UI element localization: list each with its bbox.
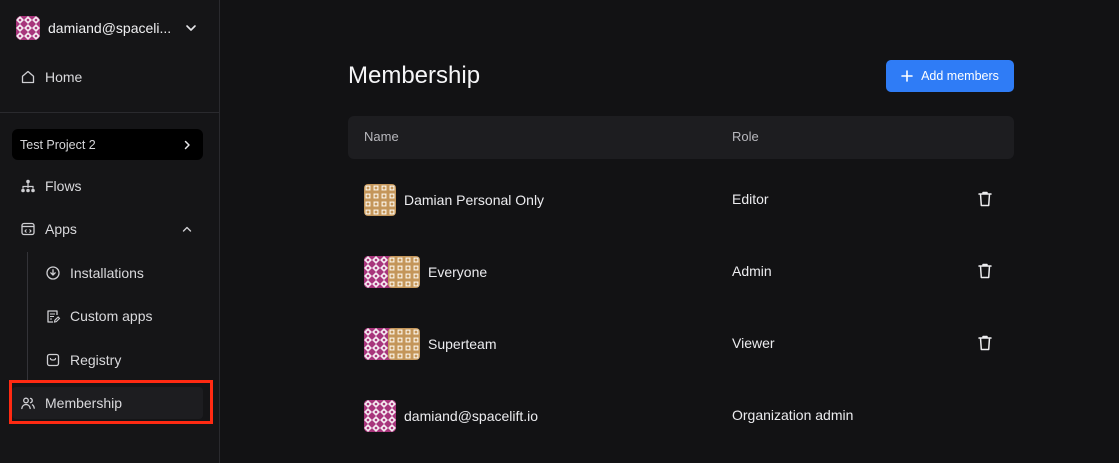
trash-icon[interactable] xyxy=(977,262,993,280)
sidebar-item-apps[interactable]: Apps xyxy=(12,213,203,245)
sidebar-item-custom-apps[interactable]: Custom apps xyxy=(37,300,203,332)
document-edit-icon xyxy=(47,310,61,323)
member-role: Organization admin xyxy=(732,407,854,423)
table-header: Name Role xyxy=(348,116,1014,159)
account-switcher[interactable]: damiand@spaceli... xyxy=(16,16,206,40)
sidebar-item-label: Registry xyxy=(70,352,122,368)
registry-icon xyxy=(46,353,60,367)
avatar-group xyxy=(364,400,396,432)
member-role: Editor xyxy=(732,191,769,207)
member-name: Superteam xyxy=(428,336,497,352)
table-row: Damian Personal Only Editor xyxy=(348,164,1014,236)
avatar xyxy=(388,256,420,288)
sidebar-item-registry[interactable]: Registry xyxy=(37,344,203,376)
sidebar-item-label: Custom apps xyxy=(70,308,153,324)
sidebar-item-installations[interactable]: Installations xyxy=(37,257,203,289)
table-row: damiand@spacelift.io Organization admin xyxy=(348,380,1014,452)
avatar xyxy=(364,184,396,216)
sidebar-item-label: Home xyxy=(45,69,83,85)
home-icon xyxy=(21,70,35,84)
account-name: damiand@spaceli... xyxy=(48,20,172,36)
avatar-group xyxy=(364,184,396,216)
chevron-down-icon xyxy=(186,25,196,31)
member-name: Damian Personal Only xyxy=(404,192,545,208)
sidebar-item-flows[interactable]: Flows xyxy=(12,170,203,202)
member-name: damiand@spacelift.io xyxy=(404,408,539,424)
avatar-group xyxy=(364,328,420,360)
sidebar-item-home[interactable]: Home xyxy=(12,61,203,93)
apps-submenu-line xyxy=(27,252,28,383)
avatar-group xyxy=(364,256,420,288)
sidebar-item-label: Installations xyxy=(70,265,144,281)
sidebar-item-label: Flows xyxy=(45,178,82,194)
download-circle-icon xyxy=(46,266,60,280)
avatar xyxy=(364,400,396,432)
avatar xyxy=(388,328,420,360)
sidebar: damiand@spaceli... Home Test Project 2 F… xyxy=(0,0,220,463)
table-row: Superteam Viewer xyxy=(348,308,1014,380)
highlight-box xyxy=(9,380,213,424)
add-members-label: Add members xyxy=(921,69,999,83)
project-selector[interactable]: Test Project 2 xyxy=(12,129,203,160)
member-role: Viewer xyxy=(732,335,775,351)
trash-icon[interactable] xyxy=(977,190,993,208)
member-role: Admin xyxy=(732,263,772,279)
table-row: Everyone Admin xyxy=(348,236,1014,308)
project-name: Test Project 2 xyxy=(20,137,96,152)
flows-icon xyxy=(21,179,35,193)
column-header-name: Name xyxy=(364,129,399,144)
apps-icon xyxy=(21,222,35,236)
page-title: Membership xyxy=(348,62,481,89)
member-name: Everyone xyxy=(428,264,488,280)
chevron-right-icon xyxy=(184,140,190,149)
trash-icon[interactable] xyxy=(977,334,993,352)
account-avatar xyxy=(16,16,40,40)
sidebar-item-label: Apps xyxy=(45,221,77,237)
chevron-up-icon xyxy=(182,226,192,232)
add-members-button[interactable]: Add members xyxy=(886,60,1014,92)
plus-icon xyxy=(901,70,913,82)
column-header-role: Role xyxy=(732,129,759,144)
sidebar-divider xyxy=(0,112,219,113)
